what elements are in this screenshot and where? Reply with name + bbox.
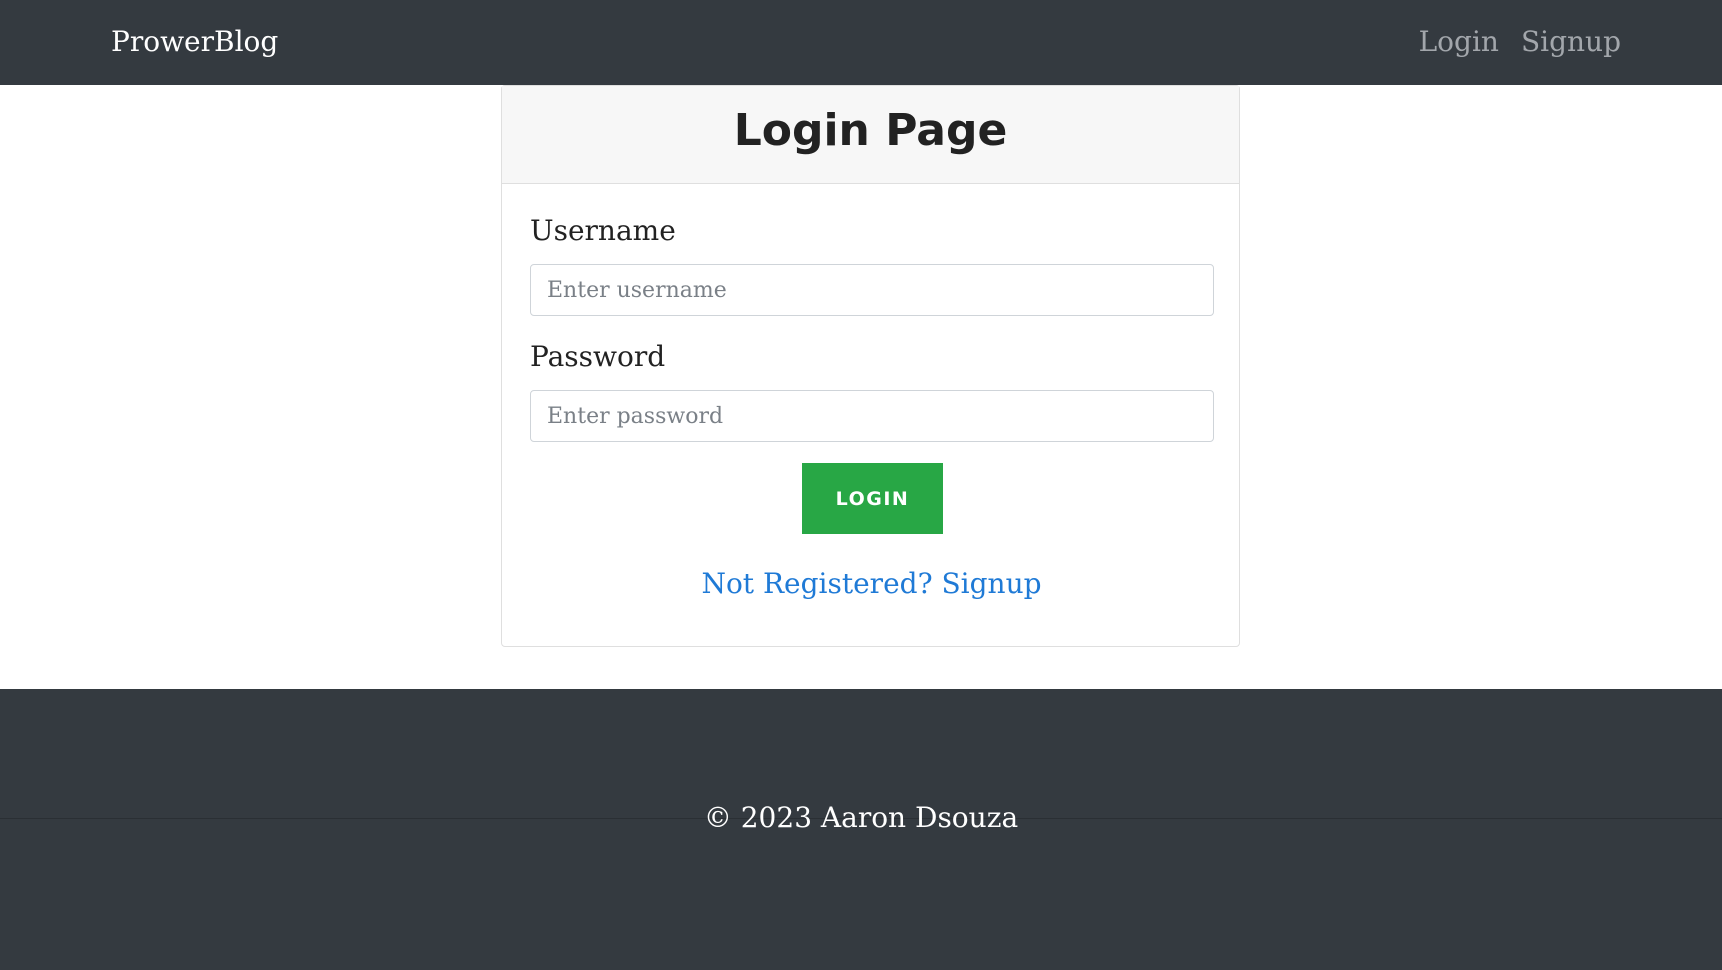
signup-link[interactable]: Not Registered? Signup bbox=[502, 566, 1241, 602]
brand-logo[interactable]: ProwerBlog bbox=[111, 22, 278, 62]
password-label: Password bbox=[530, 340, 666, 373]
nav-login-link[interactable]: Login bbox=[1419, 22, 1499, 62]
password-input[interactable] bbox=[530, 390, 1214, 442]
navbar: ProwerBlog Login Signup bbox=[0, 0, 1722, 85]
username-input[interactable] bbox=[530, 264, 1214, 316]
copyright-text: © 2023 Aaron Dsouza bbox=[703, 801, 1019, 834]
login-button[interactable]: LOGIN bbox=[802, 463, 943, 534]
login-card: Login Page Username Password LOGIN Not R… bbox=[501, 85, 1240, 647]
page-title: Login Page bbox=[502, 86, 1239, 184]
nav-signup-link[interactable]: Signup bbox=[1521, 22, 1621, 62]
nav-links: Login Signup bbox=[1419, 22, 1621, 62]
username-label: Username bbox=[530, 214, 676, 247]
footer: © 2023 Aaron Dsouza bbox=[0, 689, 1722, 970]
